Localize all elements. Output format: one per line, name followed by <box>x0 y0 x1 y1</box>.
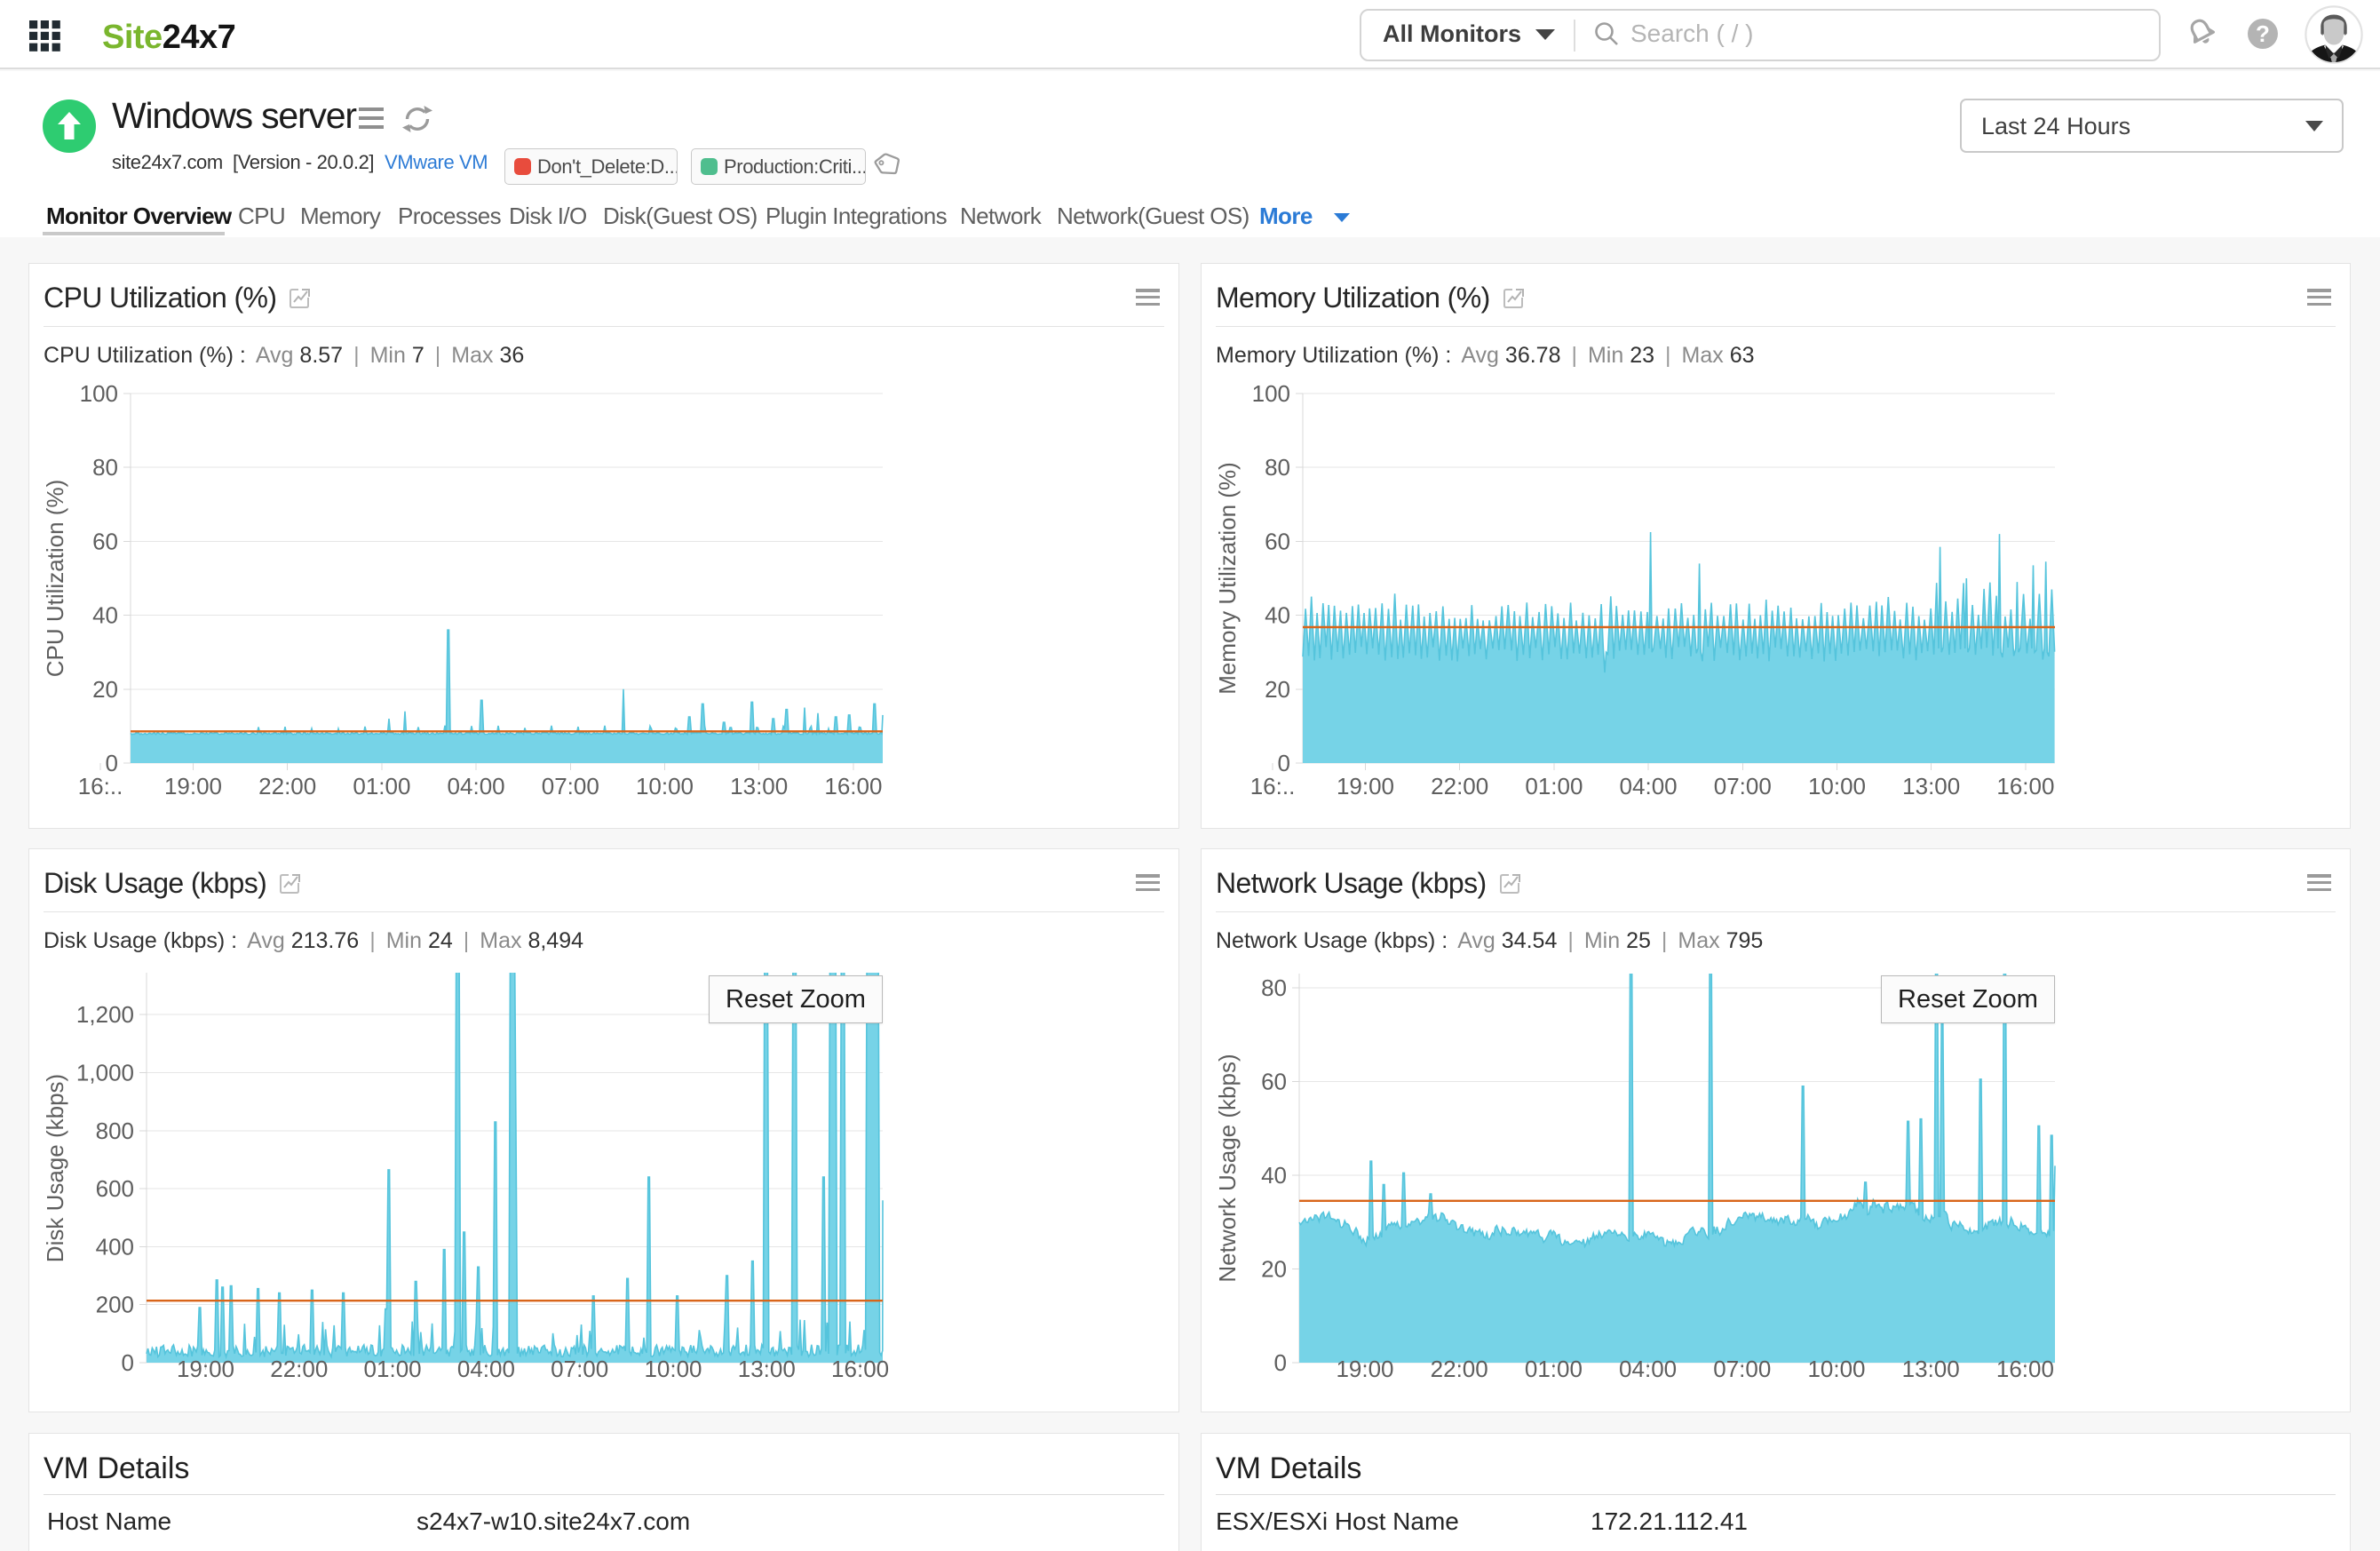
svg-text:100: 100 <box>1252 380 1290 407</box>
svg-text:200: 200 <box>96 1292 134 1318</box>
svg-text:16:..: 16:.. <box>1250 773 1296 799</box>
svg-text:07:00: 07:00 <box>542 773 599 799</box>
svg-text:22:00: 22:00 <box>1431 1356 1488 1382</box>
svg-text:07:00: 07:00 <box>551 1356 608 1382</box>
svg-text:20: 20 <box>1265 676 1290 703</box>
svg-text:01:00: 01:00 <box>1525 773 1583 799</box>
svg-text:04:00: 04:00 <box>448 773 505 799</box>
svg-text:19:00: 19:00 <box>1336 1356 1393 1382</box>
svg-text:1,000: 1,000 <box>76 1060 134 1086</box>
svg-text:400: 400 <box>96 1233 134 1260</box>
svg-text:1,200: 1,200 <box>76 1001 134 1028</box>
svg-text:20: 20 <box>92 676 118 703</box>
svg-text:600: 600 <box>96 1175 134 1202</box>
svg-text:Disk Usage (kbps): Disk Usage (kbps) <box>42 1074 68 1262</box>
svg-text:04:00: 04:00 <box>1620 773 1678 799</box>
svg-text:0: 0 <box>1274 1349 1287 1376</box>
svg-text:?: ? <box>2256 20 2270 47</box>
svg-text:04:00: 04:00 <box>1619 1356 1677 1382</box>
svg-text:22:00: 22:00 <box>270 1356 328 1382</box>
svg-text:22:00: 22:00 <box>1431 773 1488 799</box>
svg-text:40: 40 <box>92 602 118 629</box>
svg-text:07:00: 07:00 <box>1713 1356 1771 1382</box>
svg-text:13:00: 13:00 <box>738 1356 796 1382</box>
svg-text:01:00: 01:00 <box>353 773 410 799</box>
svg-text:800: 800 <box>96 1118 134 1144</box>
svg-text:13:00: 13:00 <box>730 773 788 799</box>
svg-text:19:00: 19:00 <box>164 773 222 799</box>
svg-text:04:00: 04:00 <box>457 1356 515 1382</box>
svg-text:60: 60 <box>1261 1069 1287 1095</box>
svg-text:60: 60 <box>1265 528 1290 554</box>
svg-text:19:00: 19:00 <box>177 1356 234 1382</box>
svg-text:01:00: 01:00 <box>1525 1356 1583 1382</box>
svg-text:10:00: 10:00 <box>644 1356 702 1382</box>
svg-text:Memory Utilization (%): Memory Utilization (%) <box>1214 462 1241 695</box>
svg-text:13:00: 13:00 <box>1902 1356 1960 1382</box>
svg-text:60: 60 <box>92 528 118 554</box>
svg-text:Network Usage (kbps): Network Usage (kbps) <box>1214 1054 1241 1282</box>
svg-text:16:..: 16:.. <box>78 773 123 799</box>
svg-text:10:00: 10:00 <box>1808 773 1866 799</box>
svg-text:13:00: 13:00 <box>1902 773 1960 799</box>
svg-text:22:00: 22:00 <box>258 773 316 799</box>
svg-text:16:00: 16:00 <box>824 773 882 799</box>
svg-text:80: 80 <box>92 454 118 481</box>
svg-text:100: 100 <box>80 380 118 407</box>
svg-text:10:00: 10:00 <box>636 773 694 799</box>
svg-text:07:00: 07:00 <box>1714 773 1772 799</box>
svg-text:16:00: 16:00 <box>831 1356 889 1382</box>
svg-text:16:00: 16:00 <box>1996 773 2054 799</box>
svg-text:40: 40 <box>1261 1162 1287 1189</box>
svg-text:19:00: 19:00 <box>1337 773 1394 799</box>
svg-text:20: 20 <box>1261 1256 1287 1283</box>
svg-text:40: 40 <box>1265 602 1290 629</box>
svg-text:80: 80 <box>1265 454 1290 481</box>
svg-text:0: 0 <box>122 1349 134 1376</box>
svg-text:16:00: 16:00 <box>1996 1356 2054 1382</box>
svg-text:80: 80 <box>1261 974 1287 1001</box>
svg-text:10:00: 10:00 <box>1807 1356 1865 1382</box>
svg-text:01:00: 01:00 <box>364 1356 422 1382</box>
svg-text:CPU Utilization (%): CPU Utilization (%) <box>42 480 68 678</box>
